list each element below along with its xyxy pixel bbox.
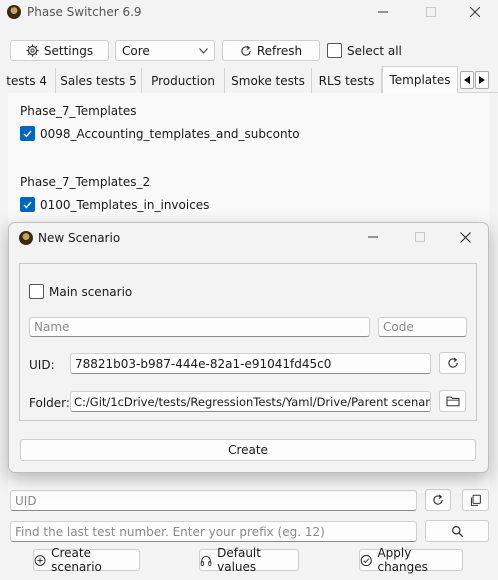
tab-rls-tests[interactable]: RLS tests <box>312 68 382 93</box>
tab-tests-4[interactable]: tests 4 <box>0 68 56 93</box>
tab-smoke-tests[interactable]: Smoke tests <box>225 68 312 93</box>
folder-path-field[interactable]: C:/Git/1cDrive/tests/RegressionTests/Yam… <box>70 391 431 412</box>
checkmark-icon <box>23 201 32 209</box>
search-button[interactable] <box>425 520 489 542</box>
tab-scroll-right-button[interactable] <box>475 71 489 89</box>
window-title: Phase Switcher 6.9 <box>27 5 142 19</box>
tab-label: RLS tests <box>318 73 375 88</box>
tab-label: Smoke tests <box>231 73 305 88</box>
settings-button[interactable]: Settings <box>10 40 109 61</box>
group-label: Phase_7_Templates_2 <box>20 175 151 189</box>
uid-refresh-button[interactable] <box>425 489 451 511</box>
dialog-maximize-button[interactable] <box>397 225 443 249</box>
uid-field[interactable]: UID <box>10 490 417 511</box>
create-label: Create <box>228 443 268 457</box>
check-circle-icon <box>360 554 372 566</box>
tab-strip: tests 4 Sales tests 5 Production Smoke t… <box>0 66 498 94</box>
checkbox-checked[interactable] <box>20 126 35 141</box>
triangle-right-icon <box>479 76 485 84</box>
select-all-check-box[interactable] <box>327 43 342 58</box>
minimize-button[interactable] <box>360 0 406 24</box>
main-scenario-checkbox[interactable]: Main scenario <box>29 284 132 299</box>
refresh-icon <box>433 494 443 505</box>
new-scenario-dialog: New Scenario Main scenario Name Code UID… <box>8 222 489 473</box>
headphones-icon <box>200 555 212 566</box>
tab-label: tests 4 <box>6 73 47 88</box>
minimize-icon <box>368 236 378 238</box>
close-button[interactable] <box>452 0 498 24</box>
tab-label: Production <box>151 73 215 88</box>
branch-select-value: Core <box>122 43 150 58</box>
checkbox-checked[interactable] <box>20 197 35 212</box>
close-icon <box>470 7 480 17</box>
tab-scroll-left-button[interactable] <box>460 71 474 89</box>
group-label: Phase_7_Templates <box>20 104 137 118</box>
main-scenario-check-box[interactable] <box>29 284 44 299</box>
app-logo-icon <box>19 231 33 245</box>
checkmark-icon <box>23 130 32 138</box>
triangle-left-icon <box>464 76 470 84</box>
gear-icon <box>26 44 39 57</box>
scenario-item-label: 0100_Templates_in_invoices <box>40 197 210 212</box>
create-scenario-button[interactable]: Create scenario <box>33 546 140 574</box>
copy-icon <box>470 494 481 506</box>
settings-label: Settings <box>43 43 94 58</box>
refresh-button[interactable]: Refresh <box>222 40 320 61</box>
tab-sales-tests-5[interactable]: Sales tests 5 <box>56 68 142 93</box>
name-field[interactable]: Name <box>29 317 370 337</box>
plus-circle-icon <box>34 554 46 566</box>
maximize-icon <box>415 232 425 242</box>
search-icon <box>451 525 463 537</box>
uid-label: UID: <box>29 358 55 372</box>
select-all-label: Select all <box>347 43 402 58</box>
default-values-button[interactable]: Default values <box>199 546 299 574</box>
create-scenario-label: Create scenario <box>51 546 102 574</box>
tab-label: Sales tests 5 <box>60 73 137 88</box>
folder-icon <box>445 396 460 407</box>
code-field[interactable]: Code <box>378 317 467 337</box>
apply-changes-button[interactable]: Apply changes <box>359 546 463 574</box>
close-icon <box>459 231 471 243</box>
dialog-close-button[interactable] <box>442 225 488 249</box>
branch-select[interactable]: Core <box>115 40 215 61</box>
browse-folder-button[interactable] <box>439 390 466 412</box>
tab-label: Templates <box>389 73 451 87</box>
maximize-button[interactable] <box>408 0 454 24</box>
folder-label: Folder: <box>29 396 70 410</box>
search-last-number-input[interactable]: Find the last test number. Enter your pr… <box>10 521 417 542</box>
scenario-item-label: 0098_Accounting_templates_and_subconto <box>40 126 300 141</box>
refresh-icon <box>241 45 251 56</box>
select-all-checkbox[interactable]: Select all <box>327 42 402 59</box>
minimize-icon <box>378 11 388 13</box>
create-button[interactable]: Create <box>20 439 476 461</box>
dialog-uid-refresh-button[interactable] <box>439 352 466 374</box>
tab-templates[interactable]: Templates <box>382 66 458 94</box>
refresh-label: Refresh <box>256 43 303 58</box>
scenario-item[interactable]: 0100_Templates_in_invoices <box>20 197 209 212</box>
default-values-label: Default values <box>217 546 261 574</box>
dialog-uid-field[interactable]: 78821b03-b987-444e-82a1-e91041fd45c0 <box>70 353 431 374</box>
dialog-minimize-button[interactable] <box>350 225 396 249</box>
dialog-title: New Scenario <box>38 231 121 245</box>
title-bar: Phase Switcher 6.9 <box>0 0 498 26</box>
copy-uid-button[interactable] <box>462 489 489 511</box>
tab-production[interactable]: Production <box>142 68 225 93</box>
app-logo-icon <box>7 5 21 19</box>
refresh-icon <box>447 357 458 368</box>
main-scenario-label: Main scenario <box>49 284 133 299</box>
chevron-down-icon <box>199 47 208 54</box>
maximize-icon <box>426 7 436 17</box>
scenario-item[interactable]: 0098_Accounting_templates_and_subconto <box>20 126 300 141</box>
apply-changes-label: Apply changes <box>377 546 428 574</box>
